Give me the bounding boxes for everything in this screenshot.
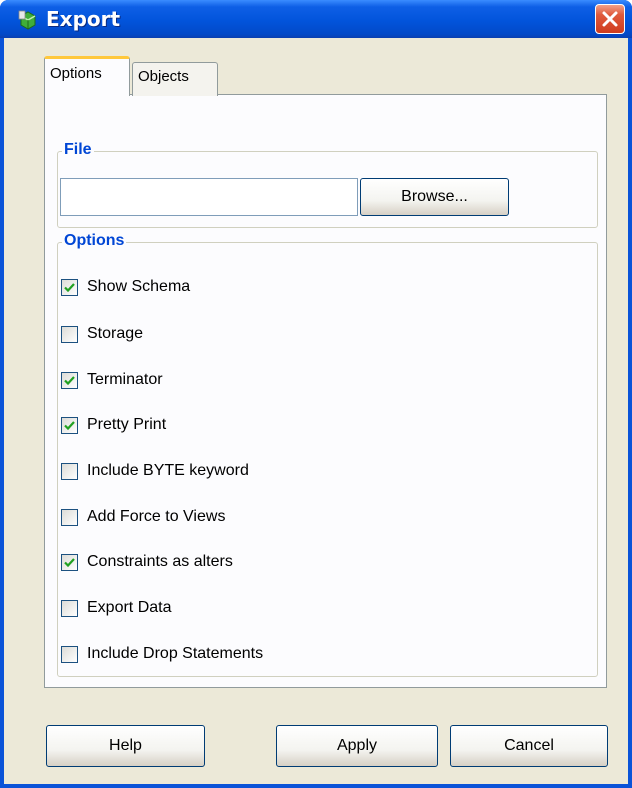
option-show-schema[interactable]: Show Schema <box>61 276 190 298</box>
option-pretty-print[interactable]: Pretty Print <box>61 414 166 436</box>
export-data-checkbox[interactable] <box>61 599 78 617</box>
apply-button[interactable]: Apply <box>276 725 438 767</box>
option-include-drop-statements[interactable]: Include Drop Statements <box>61 643 263 665</box>
help-button[interactable]: Help <box>46 725 205 767</box>
terminator-label: Terminator <box>87 371 163 388</box>
close-icon <box>602 11 618 27</box>
file-path-input[interactable] <box>60 178 358 216</box>
option-add-force-to-views[interactable]: Add Force to Views <box>61 506 225 528</box>
options-group-legend: Options <box>62 232 127 250</box>
checkmark-icon <box>64 282 75 292</box>
browse-button[interactable]: Browse... <box>360 178 509 216</box>
tab-objects[interactable]: Objects <box>132 62 218 96</box>
browse-button-label: Browse... <box>401 188 468 205</box>
include-drop-statements-checkbox[interactable] <box>61 645 78 663</box>
constraints-as-alters-label: Constraints as alters <box>87 553 233 570</box>
show-schema-label: Show Schema <box>87 278 191 295</box>
option-include-byte-keyword[interactable]: Include BYTE keyword <box>61 460 249 482</box>
cancel-button[interactable]: Cancel <box>450 725 608 767</box>
option-storage[interactable]: Storage <box>61 323 143 345</box>
include-byte-keyword-label: Include BYTE keyword <box>87 462 249 479</box>
storage-label: Storage <box>87 325 144 342</box>
include-drop-statements-label: Include Drop Statements <box>87 645 264 662</box>
apply-button-label: Apply <box>336 737 378 754</box>
cancel-button-label: Cancel <box>504 737 554 754</box>
pretty-print-label: Pretty Print <box>87 416 167 433</box>
option-terminator[interactable]: Terminator <box>61 369 163 391</box>
tab-options[interactable]: Options <box>44 56 130 96</box>
title-bar[interactable]: Export <box>0 0 632 38</box>
tab-objects-label: Objects <box>138 68 189 85</box>
checkmark-icon <box>64 375 75 385</box>
checkmark-icon <box>64 420 75 430</box>
include-byte-keyword-checkbox[interactable] <box>61 462 78 480</box>
export-dialog-window: Export Options Objects File Browse... Op… <box>0 0 632 788</box>
terminator-checkbox[interactable] <box>61 371 78 389</box>
add-force-to-views-checkbox[interactable] <box>61 508 78 526</box>
storage-checkbox[interactable] <box>61 325 78 343</box>
pretty-print-checkbox[interactable] <box>61 416 78 434</box>
tab-options-label: Options <box>50 65 102 82</box>
close-button[interactable] <box>595 4 625 34</box>
constraints-as-alters-checkbox[interactable] <box>61 553 78 571</box>
app-icon <box>18 10 36 30</box>
file-group-legend: File <box>62 141 94 159</box>
option-export-data[interactable]: Export Data <box>61 597 171 619</box>
help-button-label: Help <box>109 737 142 754</box>
add-force-to-views-label: Add Force to Views <box>87 508 226 525</box>
export-data-label: Export Data <box>87 599 172 616</box>
show-schema-checkbox[interactable] <box>61 278 78 296</box>
option-constraints-as-alters[interactable]: Constraints as alters <box>61 551 233 573</box>
checkmark-icon <box>64 557 75 567</box>
window-title: Export <box>46 7 121 31</box>
